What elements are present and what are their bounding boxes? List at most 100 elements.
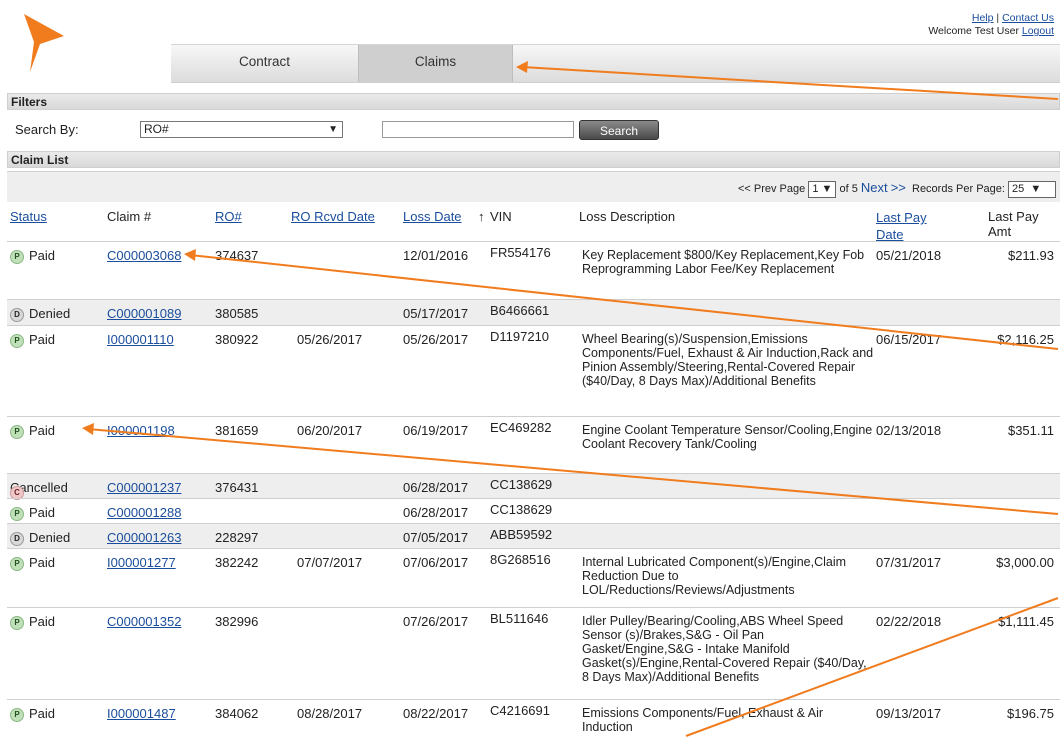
status-paid-icon: P <box>10 334 24 348</box>
loss-date-cell: 05/17/2017 <box>403 306 469 321</box>
last-pay-date-cell: 02/13/2018 <box>876 423 942 438</box>
page-select[interactable]: 1 ▼ <box>808 181 837 198</box>
claim-link[interactable]: C000001352 <box>107 614 181 629</box>
claim-link[interactable]: I000001198 <box>107 423 175 438</box>
ro-cell: 380585 <box>215 306 259 321</box>
records-per-page-select[interactable]: 25 ▼ <box>1008 181 1056 198</box>
welcome-text: Welcome Test User <box>928 25 1019 37</box>
company-logo <box>24 14 64 72</box>
ro-cell: 380922 <box>215 332 259 347</box>
col-ro[interactable]: RO# <box>215 209 242 224</box>
status-cell: P Paid <box>10 505 55 521</box>
col-status[interactable]: Status <box>10 209 47 224</box>
records-per-page-label: Records Per Page: <box>912 183 1005 195</box>
ro-cell: 228297 <box>215 530 259 545</box>
ro-cell: 382996 <box>215 614 259 629</box>
loss-date-cell: 08/22/2017 <box>403 706 469 721</box>
contact-link[interactable]: Contact Us <box>1002 12 1054 24</box>
ro-cell: 381659 <box>215 423 259 438</box>
claim-list-header: Claim List <box>7 151 1060 168</box>
status-paid-icon: P <box>10 425 24 439</box>
search-by-select[interactable]: RO# ▼ <box>140 121 343 138</box>
prev-page-link[interactable]: << Prev Page <box>738 183 805 195</box>
tab-contract[interactable]: Contract <box>171 45 358 82</box>
last-pay-date-cell: 06/15/2017 <box>876 332 942 347</box>
loss-date-cell: 07/26/2017 <box>403 614 469 629</box>
loss-date-cell: 07/05/2017 <box>403 530 469 545</box>
filters-panel: Search By: RO# ▼ Search <box>7 112 1060 149</box>
table-row: C Cancelled C000001237 376431 06/28/2017 CC13… <box>7 473 1060 500</box>
claim-link[interactable]: I000001110 <box>107 332 174 347</box>
status-paid-icon: P <box>10 250 24 264</box>
ro-rcvd-cell: 08/28/2017 <box>297 706 363 721</box>
header-links: Help | Contact Us Welcome Test User Logo… <box>928 12 1054 37</box>
claim-link[interactable]: I000001487 <box>107 706 176 721</box>
search-by-label: Search By: <box>15 122 79 137</box>
col-loss-date[interactable]: Loss Date <box>403 209 462 224</box>
vin-cell: CC138629 <box>490 477 553 492</box>
next-arrows[interactable]: >> <box>891 180 906 195</box>
status-cell: C Cancelled <box>10 480 68 500</box>
status-paid-icon: P <box>10 708 24 722</box>
table-row: P Paid C000001288 06/28/2017 CC138629 <box>7 498 1060 524</box>
ro-cell: 376431 <box>215 480 259 495</box>
last-pay-date-cell: 05/21/2018 <box>876 248 942 263</box>
loss-date-cell: 06/19/2017 <box>403 423 469 438</box>
col-vin: VIN <box>490 209 512 224</box>
status-paid-icon: P <box>10 507 24 521</box>
table-row: P Paid I000001487 384062 08/28/2017 08/22/201… <box>7 699 1060 740</box>
status-cell: P Paid <box>10 248 55 264</box>
status-cell: P Paid <box>10 332 55 348</box>
logout-link[interactable]: Logout <box>1022 25 1054 37</box>
claim-link[interactable]: C000001263 <box>107 530 181 545</box>
claim-link[interactable]: C000003068 <box>107 248 181 263</box>
last-pay-amt-cell: $351.11 <box>1007 423 1054 438</box>
help-link[interactable]: Help <box>972 12 994 24</box>
loss-desc-cell: Key Replacement $800/Key Replacement,Key… <box>582 248 865 276</box>
pager-bar: << Prev Page 1 ▼ of 5 Next >> Records Pe… <box>7 171 1060 202</box>
ro-rcvd-cell: 07/07/2017 <box>297 555 363 570</box>
last-pay-date-cell: 07/31/2017 <box>876 555 942 570</box>
table-row: D Denied C000001263 228297 07/05/2017 ABB5959… <box>7 523 1060 549</box>
loss-date-cell: 12/01/2016 <box>403 248 469 263</box>
status-cell: D Denied <box>10 530 70 546</box>
vin-cell: FR554176 <box>490 245 551 260</box>
loss-date-cell: 06/28/2017 <box>403 480 469 495</box>
table-row: P Paid I000001198 381659 06/20/2017 06/19/201… <box>7 416 1060 474</box>
status-paid-icon: P <box>10 557 24 571</box>
last-pay-amt-cell: $3,000.00 <box>996 555 1054 570</box>
tab-claims[interactable]: Claims <box>358 45 513 82</box>
vin-cell: ABB59592 <box>490 527 553 542</box>
search-button[interactable]: Search <box>579 120 659 140</box>
vin-cell: C4216691 <box>490 703 550 718</box>
vin-cell: CC138629 <box>490 502 553 517</box>
vin-cell: B6466661 <box>490 303 550 318</box>
loss-desc-cell: Wheel Bearing(s)/Suspension,Emissions Co… <box>582 332 874 388</box>
col-last-pay-date[interactable]: Last Pay Date <box>876 209 927 243</box>
col-last-pay-amt: Last Pay Amt <box>988 209 1039 239</box>
claim-link[interactable]: I000001277 <box>107 555 176 570</box>
claim-link[interactable]: C000001089 <box>107 306 181 321</box>
table-row: P Paid C000003068 374637 12/01/2016 FR554176 K… <box>7 241 1060 300</box>
col-loss-desc: Loss Description <box>579 209 676 224</box>
page-count: of 5 <box>839 183 858 195</box>
claim-link[interactable]: C000001288 <box>107 505 181 520</box>
table-row: P Paid I000001277 382242 07/07/2017 07/06/201… <box>7 548 1060 608</box>
vin-cell: 8G268516 <box>490 552 551 567</box>
loss-date-cell: 06/28/2017 <box>403 505 469 520</box>
loss-date-cell: 05/26/2017 <box>403 332 469 347</box>
loss-desc-cell: Internal Lubricated Component(s)/Engine,… <box>582 555 847 597</box>
vin-cell: BL511646 <box>490 611 549 626</box>
status-cell: D Denied <box>10 306 70 322</box>
next-page-link[interactable]: Next <box>861 180 888 195</box>
table-row: P Paid C000001352 382996 07/26/2017 BL511646 I… <box>7 607 1060 700</box>
col-ro-rcvd[interactable]: RO Rcvd Date <box>291 209 375 224</box>
last-pay-amt-cell: $196.75 <box>1007 706 1054 721</box>
search-input[interactable] <box>382 121 574 138</box>
ro-cell: 374637 <box>215 248 259 263</box>
status-paid-icon: P <box>10 616 24 630</box>
claim-link[interactable]: C000001237 <box>107 480 181 495</box>
sort-arrow-icon: ↑ <box>478 209 485 224</box>
loss-desc-cell: Emissions Components/Fuel, Exhaust & Air… <box>582 706 824 734</box>
ro-rcvd-cell: 05/26/2017 <box>297 332 363 347</box>
